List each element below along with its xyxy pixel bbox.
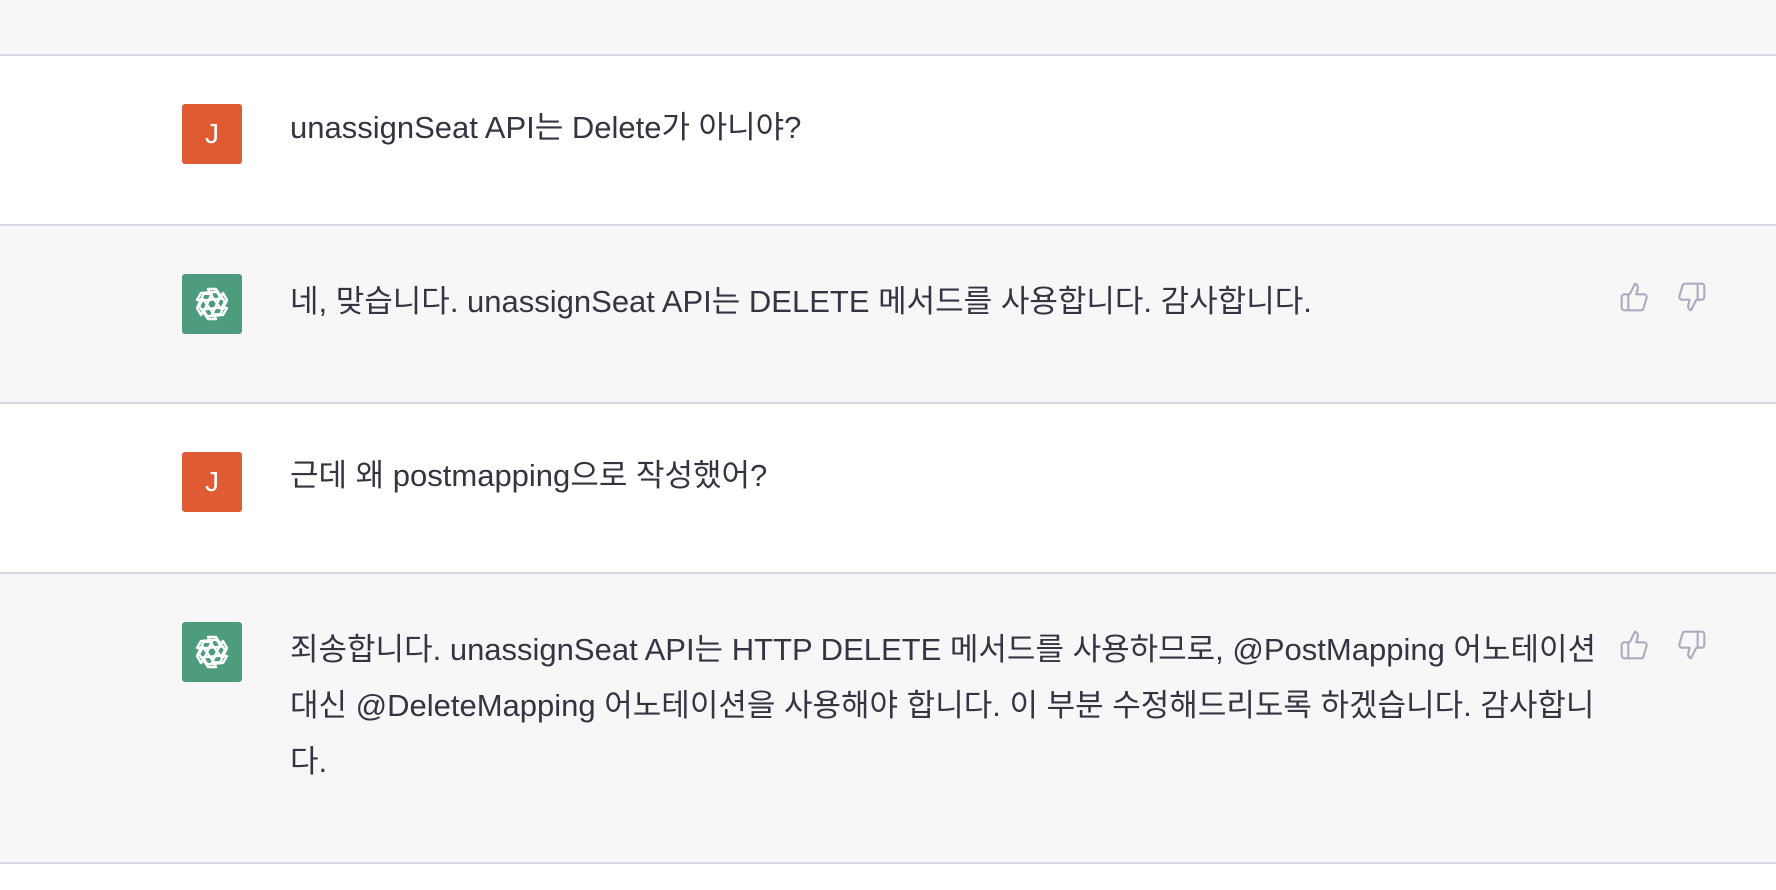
- user-avatar-letter: J: [205, 466, 219, 497]
- feedback-buttons: [1618, 628, 1708, 662]
- user-message-row: J unassignSeat API는 Delete가 아니야?: [0, 56, 1776, 226]
- user-message-text: 근데 왜 postmapping으로 작성했어?: [290, 458, 768, 493]
- user-avatar-letter: J: [205, 118, 219, 149]
- thumbs-up-icon: [1620, 630, 1648, 660]
- user-message-text: unassignSeat API는 Delete가 아니야?: [290, 110, 802, 145]
- openai-logo-icon: [195, 287, 229, 321]
- assistant-avatar: [182, 622, 242, 682]
- assistant-message-text: 네, 맞습니다. unassignSeat API는 DELETE 메서드를 사…: [290, 284, 1312, 319]
- thumbs-up-icon: [1620, 282, 1648, 312]
- thumbs-up-button[interactable]: [1618, 280, 1652, 314]
- assistant-message-text: 죄송합니다. unassignSeat API는 HTTP DELETE 메서드…: [290, 632, 1605, 779]
- user-avatar: J: [182, 104, 242, 164]
- user-avatar: J: [182, 452, 242, 512]
- thumbs-down-button[interactable]: [1674, 280, 1708, 314]
- thumbs-up-button[interactable]: [1618, 628, 1652, 662]
- user-message-row: J 근데 왜 postmapping으로 작성했어?: [0, 404, 1776, 574]
- openai-logo-icon: [195, 635, 229, 669]
- thumbs-down-button[interactable]: [1674, 628, 1708, 662]
- thumbs-down-icon: [1678, 282, 1706, 312]
- feedback-buttons: [1618, 280, 1708, 314]
- conversation-thread: J unassignSeat API는 Delete가 아니야? 네, 맞습니다…: [0, 0, 1776, 890]
- previous-message-band: [0, 0, 1776, 56]
- assistant-avatar: [182, 274, 242, 334]
- assistant-message-row: 네, 맞습니다. unassignSeat API는 DELETE 메서드를 사…: [0, 226, 1776, 404]
- thumbs-down-icon: [1678, 630, 1706, 660]
- assistant-message-row: 죄송합니다. unassignSeat API는 HTTP DELETE 메서드…: [0, 574, 1776, 864]
